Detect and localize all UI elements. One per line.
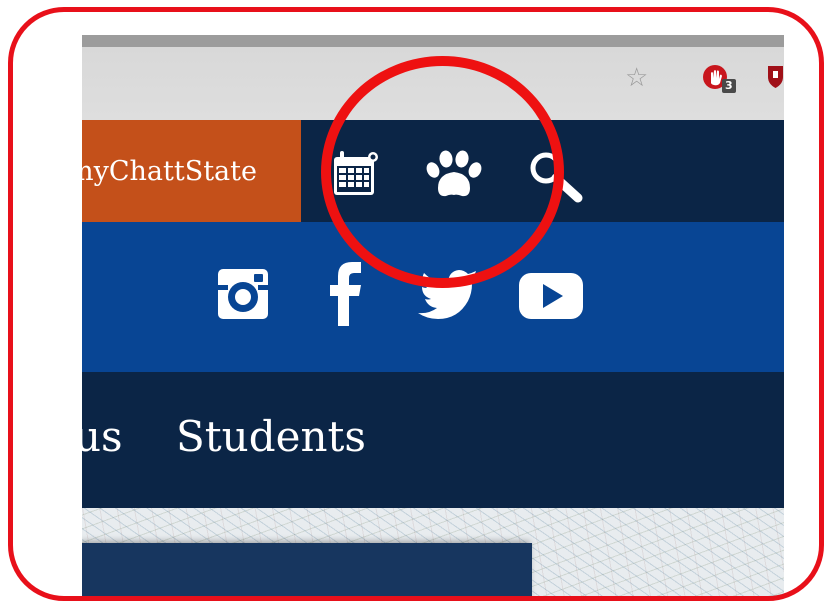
instagram-icon[interactable] (216, 267, 270, 321)
youtube-icon[interactable] (518, 272, 584, 320)
highlight-circle (321, 56, 564, 288)
menu-item-campus[interactable]: us (82, 412, 123, 462)
shield-icon[interactable] (767, 63, 784, 89)
menu-item-students[interactable]: Students (176, 412, 366, 462)
browser-tabstrip-edge (82, 35, 784, 47)
mychattstate-label: myChattState (82, 155, 257, 187)
extension-badge: 3 (722, 79, 736, 93)
map-background-image (82, 508, 784, 596)
facebook-icon[interactable] (328, 260, 364, 326)
main-menu: us Students (82, 372, 784, 508)
star-outline-icon[interactable]: ☆ (625, 65, 648, 91)
mychattstate-button[interactable]: myChattState (82, 120, 301, 222)
hero-panel (82, 543, 532, 596)
